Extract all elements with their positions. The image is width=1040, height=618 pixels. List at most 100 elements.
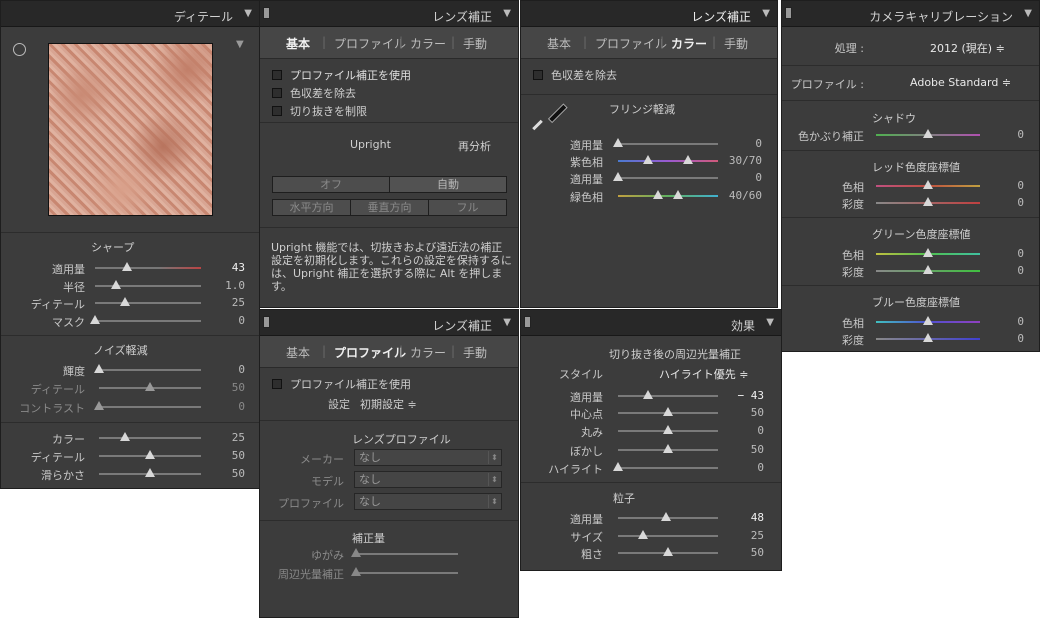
grain-row-value[interactable]: 48 bbox=[716, 511, 764, 524]
sharpen-row-slider[interactable] bbox=[90, 315, 201, 324]
slider-thumb[interactable] bbox=[638, 530, 648, 539]
grain-row-value[interactable]: 50 bbox=[716, 546, 764, 559]
upright-auto-button[interactable]: 自動 bbox=[389, 176, 507, 193]
lens-select-dropdown[interactable]: なし ⬍ bbox=[354, 449, 502, 466]
lens-basic-header[interactable]: レンズ補正 ▼ bbox=[260, 1, 518, 27]
fringe-row-slider[interactable] bbox=[613, 172, 718, 181]
setup-dropdown[interactable]: 初期設定 ≑ bbox=[360, 396, 417, 412]
vignetting-slider[interactable] bbox=[351, 567, 458, 576]
noise-row-slider[interactable] bbox=[94, 401, 201, 410]
eyedropper-icon[interactable] bbox=[531, 99, 568, 133]
tab-profile[interactable]: プロファイル bbox=[595, 35, 667, 52]
vignette-row-slider[interactable] bbox=[618, 390, 718, 399]
slider-thumb[interactable] bbox=[923, 316, 933, 325]
slider-thumb[interactable] bbox=[923, 180, 933, 189]
slider-thumb[interactable] bbox=[923, 248, 933, 257]
remove-ca-checkbox[interactable] bbox=[272, 88, 282, 98]
fringe-row-slider[interactable] bbox=[618, 155, 718, 164]
slider-thumb[interactable] bbox=[119, 432, 130, 441]
slider-thumb[interactable] bbox=[613, 138, 623, 147]
slider-thumb[interactable] bbox=[923, 129, 933, 138]
sharpen-row-value[interactable]: 1.0 bbox=[201, 279, 245, 292]
camera-calibration-header[interactable]: カメラキャリブレーション ▼ bbox=[782, 1, 1039, 27]
collapse-triangle-icon[interactable]: ▼ bbox=[1024, 8, 1032, 19]
grain-row-slider[interactable] bbox=[618, 547, 718, 556]
slider-thumb[interactable] bbox=[90, 315, 100, 324]
lens-select-dropdown[interactable]: なし ⬍ bbox=[354, 493, 502, 510]
hue-row-value[interactable]: 0 bbox=[980, 315, 1024, 328]
constrain-crop-checkbox[interactable] bbox=[272, 106, 282, 116]
vignette-row-slider[interactable] bbox=[613, 462, 718, 471]
slider-thumb[interactable] bbox=[663, 425, 673, 434]
slider-thumb[interactable] bbox=[683, 155, 693, 164]
saturation-row-slider[interactable] bbox=[876, 265, 980, 274]
slider-thumb[interactable] bbox=[653, 190, 663, 199]
tab-profile[interactable]: プロファイル bbox=[334, 344, 406, 361]
panel-switch-icon[interactable] bbox=[263, 7, 270, 19]
noise-row-value[interactable]: 0 bbox=[201, 400, 245, 413]
vignette-row-slider[interactable] bbox=[618, 444, 718, 453]
tab-manual[interactable]: 手動 bbox=[463, 344, 487, 361]
upright-level-button[interactable]: 水平方向 bbox=[272, 199, 351, 216]
collapse-triangle-icon[interactable]: ▼ bbox=[503, 8, 511, 19]
effects-header[interactable]: 効果 ▼ bbox=[521, 310, 781, 336]
sharpen-row-slider[interactable] bbox=[95, 262, 201, 271]
saturation-row-slider[interactable] bbox=[876, 197, 980, 206]
noise-row-slider[interactable] bbox=[94, 364, 201, 373]
vignette-row-value[interactable]: 50 bbox=[716, 443, 764, 456]
panel-switch-icon[interactable] bbox=[785, 7, 792, 19]
hue-row-value[interactable]: 0 bbox=[980, 247, 1024, 260]
sharpen-row-value[interactable]: 0 bbox=[201, 314, 245, 327]
slider-thumb[interactable] bbox=[643, 390, 653, 399]
sharpen-row-value[interactable]: 43 bbox=[201, 261, 245, 274]
slider-thumb[interactable] bbox=[663, 407, 673, 416]
reanalyze-button[interactable]: 再分析 bbox=[458, 138, 491, 154]
crosshair-icon[interactable] bbox=[13, 43, 26, 56]
upright-full-button[interactable]: フル bbox=[428, 199, 507, 216]
enable-profile-checkbox[interactable] bbox=[272, 379, 282, 389]
slider-thumb[interactable] bbox=[643, 155, 653, 164]
vignette-row-value[interactable]: 0 bbox=[716, 424, 764, 437]
lens-profile-header[interactable]: レンズ補正 ▼ bbox=[260, 310, 518, 336]
collapse-triangle-icon[interactable]: ▼ bbox=[762, 8, 770, 19]
slider-thumb[interactable] bbox=[145, 468, 155, 477]
tab-color[interactable]: カラー bbox=[671, 35, 707, 52]
saturation-row-value[interactable]: 0 bbox=[980, 264, 1024, 277]
vignette-row-slider[interactable] bbox=[618, 407, 718, 416]
upright-off-button[interactable]: オフ bbox=[272, 176, 390, 193]
noise-row-value[interactable]: 25 bbox=[201, 431, 245, 444]
slider-thumb[interactable] bbox=[94, 401, 104, 410]
slider-thumb[interactable] bbox=[663, 547, 673, 556]
lens-select-dropdown[interactable]: なし ⬍ bbox=[354, 471, 502, 488]
hue-row-slider[interactable] bbox=[876, 316, 980, 325]
vignette-row-value[interactable]: 0 bbox=[716, 461, 764, 474]
detail-preview-image[interactable] bbox=[48, 43, 213, 216]
slider-thumb[interactable] bbox=[121, 262, 132, 271]
noise-row-slider[interactable] bbox=[99, 382, 201, 391]
slider-thumb[interactable] bbox=[661, 512, 671, 521]
detail-header[interactable]: ディテール ▼ bbox=[1, 1, 259, 27]
slider-thumb[interactable] bbox=[673, 190, 683, 199]
sharpen-row-value[interactable]: 25 bbox=[201, 296, 245, 309]
collapse-triangle-icon[interactable]: ▼ bbox=[503, 317, 511, 328]
fringe-row-slider[interactable] bbox=[618, 190, 718, 199]
preview-menu-icon[interactable]: ▼ bbox=[236, 39, 244, 50]
noise-row-slider[interactable] bbox=[99, 432, 201, 441]
fringe-row-value[interactable]: 40/60 bbox=[716, 189, 762, 202]
sharpen-row-slider[interactable] bbox=[95, 280, 201, 289]
grain-row-value[interactable]: 25 bbox=[716, 529, 764, 542]
shadow-tint-row-slider[interactable] bbox=[876, 129, 980, 138]
fringe-row-value[interactable]: 0 bbox=[716, 137, 762, 150]
hue-row-slider[interactable] bbox=[876, 248, 980, 257]
distortion-slider[interactable] bbox=[351, 548, 458, 557]
grain-row-slider[interactable] bbox=[618, 512, 718, 521]
slider-thumb[interactable] bbox=[111, 280, 122, 289]
slider-thumb[interactable] bbox=[119, 297, 130, 306]
vignette-row-slider[interactable] bbox=[618, 425, 718, 434]
tab-color[interactable]: カラー bbox=[410, 35, 446, 52]
grain-row-slider[interactable] bbox=[618, 530, 718, 539]
noise-row-value[interactable]: 50 bbox=[201, 449, 245, 462]
noise-row-value[interactable]: 50 bbox=[201, 467, 245, 480]
fringe-row-value[interactable]: 0 bbox=[716, 171, 762, 184]
slider-thumb[interactable] bbox=[923, 265, 933, 274]
